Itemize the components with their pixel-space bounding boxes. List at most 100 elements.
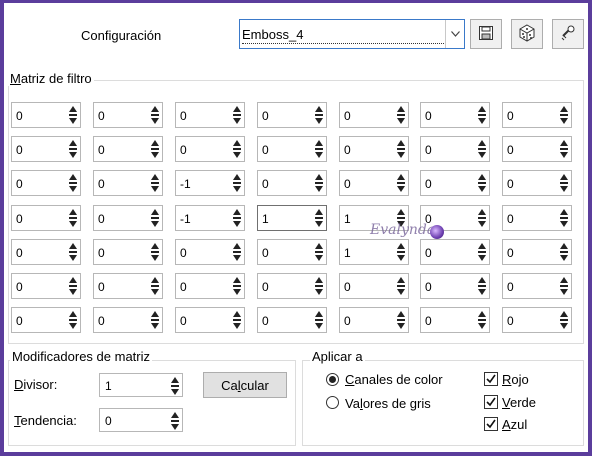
matrix-cell-spinner[interactable] — [150, 209, 159, 227]
matrix-cell-r4-c3[interactable]: -1 — [175, 205, 245, 231]
matrix-cell-spinner[interactable] — [150, 277, 159, 295]
bias-field[interactable]: 0 — [99, 408, 183, 432]
red-label[interactable]: Rojo — [502, 372, 529, 387]
matrix-cell-spinner[interactable] — [314, 106, 323, 124]
matrix-cell-r5-c5[interactable]: 1 — [339, 239, 409, 265]
matrix-cell-r2-c4[interactable]: 0 — [257, 136, 327, 162]
matrix-cell-r2-c6[interactable]: 0 — [420, 136, 490, 162]
red-checkbox[interactable] — [484, 372, 498, 386]
matrix-cell-r7-c1[interactable]: 0 — [11, 307, 81, 333]
matrix-cell-r2-c5[interactable]: 0 — [339, 136, 409, 162]
matrix-cell-spinner[interactable] — [559, 209, 568, 227]
matrix-cell-spinner[interactable] — [477, 243, 486, 261]
gray-values-label[interactable]: Valores de gris — [345, 396, 431, 411]
matrix-cell-r1-c7[interactable]: 0 — [502, 102, 572, 128]
color-channels-label[interactable]: Canales de color — [345, 372, 443, 387]
matrix-cell-spinner[interactable] — [396, 311, 405, 329]
matrix-cell-spinner[interactable] — [150, 140, 159, 158]
matrix-cell-spinner[interactable] — [232, 277, 241, 295]
matrix-cell-r1-c3[interactable]: 0 — [175, 102, 245, 128]
reset-preset-button[interactable] — [552, 19, 584, 49]
matrix-cell-spinner[interactable] — [477, 140, 486, 158]
gray-values-radio[interactable] — [326, 396, 339, 409]
matrix-cell-spinner[interactable] — [150, 311, 159, 329]
matrix-cell-spinner[interactable] — [150, 243, 159, 261]
compute-button[interactable]: Calcular — [203, 372, 287, 398]
matrix-cell-spinner[interactable] — [68, 174, 77, 192]
matrix-cell-r3-c4[interactable]: 0 — [257, 170, 327, 196]
matrix-cell-r1-c4[interactable]: 0 — [257, 102, 327, 128]
matrix-cell-spinner[interactable] — [232, 243, 241, 261]
matrix-cell-spinner[interactable] — [477, 209, 486, 227]
matrix-cell-r1-c1[interactable]: 0 — [11, 102, 81, 128]
green-checkbox[interactable] — [484, 395, 498, 409]
matrix-cell-r3-c5[interactable]: 0 — [339, 170, 409, 196]
matrix-cell-r5-c3[interactable]: 0 — [175, 239, 245, 265]
matrix-cell-spinner[interactable] — [477, 277, 486, 295]
matrix-cell-r4-c2[interactable]: 0 — [93, 205, 163, 231]
matrix-cell-r7-c2[interactable]: 0 — [93, 307, 163, 333]
matrix-cell-spinner[interactable] — [559, 311, 568, 329]
matrix-cell-r4-c7[interactable]: 0 — [502, 205, 572, 231]
matrix-cell-spinner[interactable] — [232, 209, 241, 227]
random-preset-button[interactable] — [511, 19, 543, 49]
matrix-cell-spinner[interactable] — [150, 106, 159, 124]
matrix-cell-spinner[interactable] — [232, 106, 241, 124]
matrix-cell-r7-c6[interactable]: 0 — [420, 307, 490, 333]
matrix-cell-spinner[interactable] — [68, 243, 77, 261]
matrix-cell-r6-c6[interactable]: 0 — [420, 273, 490, 299]
matrix-cell-spinner[interactable] — [232, 174, 241, 192]
divisor-spinner[interactable] — [170, 377, 179, 395]
chevron-down-icon[interactable] — [445, 20, 464, 48]
matrix-cell-spinner[interactable] — [150, 174, 159, 192]
blue-label[interactable]: Azul — [502, 417, 527, 432]
matrix-cell-spinner[interactable] — [314, 277, 323, 295]
matrix-cell-spinner[interactable] — [232, 311, 241, 329]
matrix-cell-r1-c2[interactable]: 0 — [93, 102, 163, 128]
green-label[interactable]: Verde — [502, 395, 536, 410]
matrix-cell-spinner[interactable] — [314, 209, 323, 227]
matrix-cell-spinner[interactable] — [559, 140, 568, 158]
matrix-cell-spinner[interactable] — [68, 209, 77, 227]
matrix-cell-r6-c7[interactable]: 0 — [502, 273, 572, 299]
matrix-cell-r3-c3[interactable]: -1 — [175, 170, 245, 196]
matrix-cell-spinner[interactable] — [559, 106, 568, 124]
matrix-cell-r3-c1[interactable]: 0 — [11, 170, 81, 196]
matrix-cell-spinner[interactable] — [314, 140, 323, 158]
matrix-cell-spinner[interactable] — [314, 311, 323, 329]
matrix-cell-r5-c4[interactable]: 0 — [257, 239, 327, 265]
matrix-cell-spinner[interactable] — [559, 174, 568, 192]
matrix-cell-spinner[interactable] — [68, 277, 77, 295]
matrix-cell-spinner[interactable] — [396, 174, 405, 192]
matrix-cell-r7-c4[interactable]: 0 — [257, 307, 327, 333]
save-preset-button[interactable] — [470, 19, 502, 49]
matrix-cell-r2-c7[interactable]: 0 — [502, 136, 572, 162]
matrix-cell-spinner[interactable] — [477, 106, 486, 124]
matrix-cell-spinner[interactable] — [477, 174, 486, 192]
matrix-cell-spinner[interactable] — [396, 140, 405, 158]
matrix-cell-r5-c7[interactable]: 0 — [502, 239, 572, 265]
matrix-cell-r2-c2[interactable]: 0 — [93, 136, 163, 162]
matrix-cell-r6-c4[interactable]: 0 — [257, 273, 327, 299]
matrix-cell-spinner[interactable] — [477, 311, 486, 329]
matrix-cell-r5-c6[interactable]: 0 — [420, 239, 490, 265]
matrix-cell-spinner[interactable] — [396, 106, 405, 124]
preset-dropdown[interactable]: Emboss_4 — [239, 19, 465, 49]
matrix-cell-r6-c3[interactable]: 0 — [175, 273, 245, 299]
matrix-cell-r7-c5[interactable]: 0 — [339, 307, 409, 333]
matrix-cell-spinner[interactable] — [559, 277, 568, 295]
matrix-cell-r5-c1[interactable]: 0 — [11, 239, 81, 265]
matrix-cell-r2-c3[interactable]: 0 — [175, 136, 245, 162]
matrix-cell-r7-c3[interactable]: 0 — [175, 307, 245, 333]
matrix-cell-spinner[interactable] — [232, 140, 241, 158]
matrix-cell-spinner[interactable] — [68, 311, 77, 329]
matrix-cell-r7-c7[interactable]: 0 — [502, 307, 572, 333]
matrix-cell-r6-c2[interactable]: 0 — [93, 273, 163, 299]
color-channels-radio[interactable] — [326, 373, 339, 386]
matrix-cell-spinner[interactable] — [396, 277, 405, 295]
matrix-cell-r3-c6[interactable]: 0 — [420, 170, 490, 196]
matrix-cell-r6-c5[interactable]: 0 — [339, 273, 409, 299]
matrix-cell-r6-c1[interactable]: 0 — [11, 273, 81, 299]
matrix-cell-r4-c1[interactable]: 0 — [11, 205, 81, 231]
matrix-cell-spinner[interactable] — [314, 243, 323, 261]
